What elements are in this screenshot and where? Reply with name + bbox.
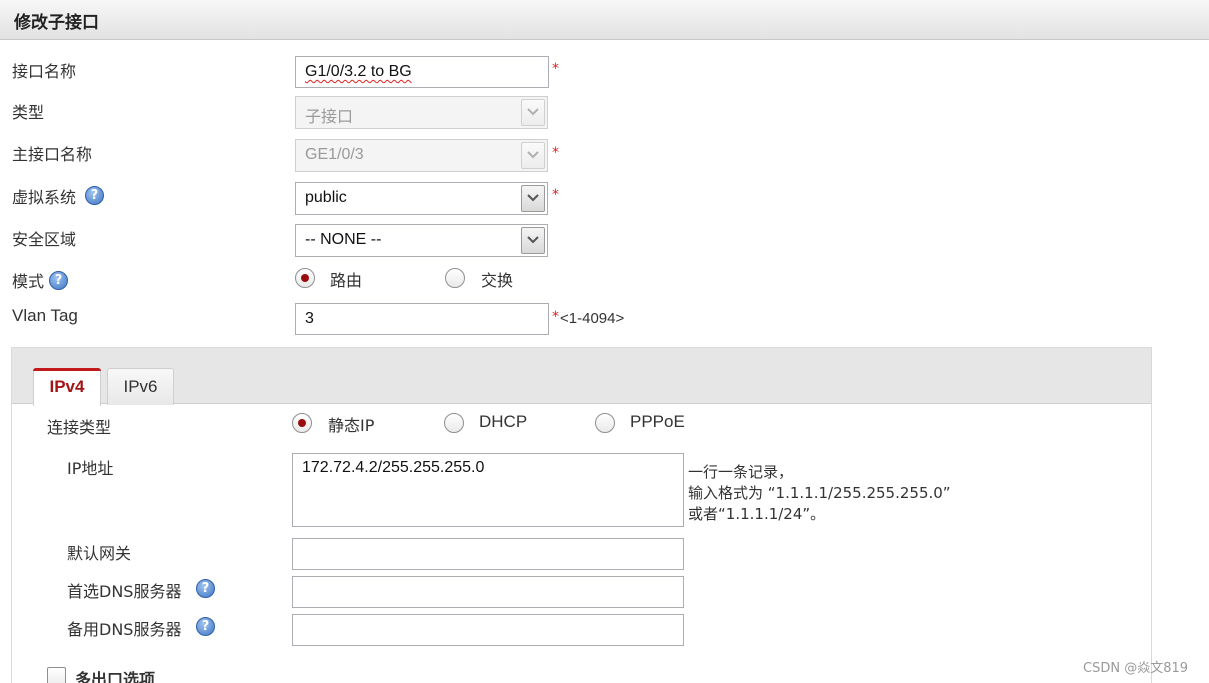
ip-address-textarea[interactable]: 172.72.4.2/255.255.255.0 [292,453,684,527]
vlan-tag-value: 3 [305,310,314,327]
zone-label: 安全区域 [12,230,77,249]
multi-exit-label[interactable]: 多出口选项 [75,666,155,683]
vlan-tag-label: Vlan Tag [12,306,78,325]
dialog-title: 修改子接口 [14,13,99,33]
zone-select[interactable]: -- NONE -- [295,224,548,257]
watermark: CSDN @焱文819 [1083,661,1189,676]
chevron-down-icon [521,142,545,169]
hint-line: 一行一条记录， [688,463,794,481]
dns1-label: 首选DNS服务器 [67,582,182,601]
conn-static-label[interactable]: 静态IP [328,412,374,436]
gateway-label: 默认网关 [67,544,132,563]
mode-route-label[interactable]: 路由 [330,267,362,291]
ip-address-label: IP地址 [67,459,114,478]
mode-switch-radio[interactable] [445,268,465,288]
conn-pppoe-radio[interactable] [595,413,615,433]
hint-line: 输入格式为 “1.1.1.1/255.255.255.0” [688,484,951,502]
help-icon[interactable]: ? [196,579,215,598]
vlan-tag-input[interactable]: 3 [295,303,549,335]
dialog-title-bar: 修改子接口 [0,0,1209,40]
help-icon[interactable]: ? [196,617,215,636]
vsys-label: 虚拟系统 [12,188,77,207]
conn-type-label: 连接类型 [47,418,112,437]
conn-dhcp-radio[interactable] [444,413,464,433]
required-marker: * [552,187,559,203]
chevron-down-icon [521,99,545,126]
vsys-select[interactable]: public [295,182,548,215]
conn-static-radio[interactable] [292,413,312,433]
required-marker: * [552,309,559,325]
interface-name-value: G1/0/3.2 to BG [305,63,412,80]
vlan-range-hint: <1-4094> [560,310,625,327]
type-label: 类型 [12,103,45,122]
multi-exit-checkbox[interactable] [47,667,66,683]
interface-name-label: 接口名称 [12,62,77,81]
parent-interface-select: GE1/0/3 [295,139,548,172]
type-select: 子接口 [295,96,548,129]
required-marker: * [552,61,559,77]
conn-dhcp-label[interactable]: DHCP [479,412,527,432]
help-icon[interactable]: ? [49,271,68,290]
dns2-label: 备用DNS服务器 [67,620,182,639]
conn-pppoe-label[interactable]: PPPoE [630,412,685,432]
help-icon[interactable]: ? [85,186,104,205]
vsys-value: public [305,189,347,206]
mode-route-radio[interactable] [295,268,315,288]
gateway-input[interactable] [292,538,684,570]
ip-address-value: 172.72.4.2/255.255.255.0 [302,459,485,476]
type-value: 子接口 [305,109,354,126]
tab-strip: IPv4 IPv6 [12,348,1151,406]
chevron-down-icon[interactable] [521,185,545,212]
parent-interface-label: 主接口名称 [12,145,93,164]
parent-interface-value: GE1/0/3 [305,146,364,163]
chevron-down-icon[interactable] [521,227,545,254]
zone-value: -- NONE -- [305,231,382,248]
required-marker: * [552,145,559,161]
hint-line: 或者“1.1.1.1/24”。 [688,505,826,523]
dns2-input[interactable] [292,614,684,646]
dns1-input[interactable] [292,576,684,608]
interface-name-input[interactable]: G1/0/3.2 to BG [295,56,549,88]
ip-format-hint: 一行一条记录， 输入格式为 “1.1.1.1/255.255.255.0” 或者… [688,462,951,525]
mode-label: 模式 [12,272,45,291]
tab-ipv6[interactable]: IPv6 [107,368,174,405]
tab-ipv4[interactable]: IPv4 [33,368,101,406]
mode-switch-label[interactable]: 交换 [481,267,513,291]
